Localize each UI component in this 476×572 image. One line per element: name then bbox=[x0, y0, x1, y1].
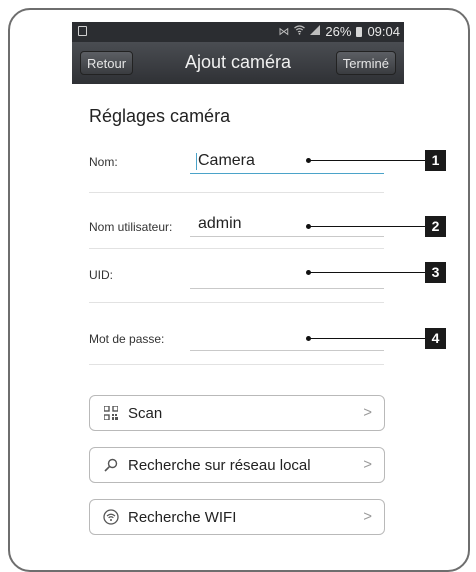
username-label: Nom utilisateur: bbox=[89, 220, 173, 234]
navigation-bar: Retour Ajout caméra Terminé bbox=[72, 42, 404, 84]
clock: 09:04 bbox=[367, 24, 400, 39]
callout-badge-3: 3 bbox=[425, 262, 446, 283]
screen-icon bbox=[78, 26, 87, 36]
signal-icon bbox=[310, 25, 321, 38]
wifi-search-button[interactable]: Recherche WIFI > bbox=[89, 499, 385, 535]
battery-percent: 26% bbox=[325, 24, 352, 39]
chevron-right-icon: > bbox=[363, 456, 372, 473]
callout-line bbox=[308, 272, 425, 273]
nfc-icon: ⋈ bbox=[278, 26, 290, 38]
wifi-search-label: Recherche WIFI bbox=[128, 509, 237, 526]
callout-badge-4: 4 bbox=[425, 328, 446, 349]
qr-code-icon bbox=[102, 404, 120, 422]
password-field[interactable] bbox=[190, 329, 384, 351]
wifi-icon bbox=[294, 25, 306, 38]
row-divider bbox=[89, 302, 384, 303]
callout-line bbox=[308, 226, 425, 227]
callout-badge-2: 2 bbox=[425, 216, 446, 237]
row-divider bbox=[89, 248, 384, 249]
battery-icon bbox=[356, 26, 363, 37]
local-network-search-button[interactable]: Recherche sur réseau local > bbox=[89, 447, 385, 483]
phone-screen: ⋈ 26% 09:04 Retour Ajout caméra Terminé … bbox=[72, 22, 404, 550]
status-icons: ⋈ 26% 09:04 bbox=[278, 24, 400, 39]
callout-line bbox=[308, 160, 425, 161]
callout-badge-1: 1 bbox=[425, 150, 446, 171]
section-title: Réglages caméra bbox=[89, 106, 231, 126]
uid-field[interactable] bbox=[190, 267, 384, 289]
wifi-icon bbox=[102, 508, 120, 526]
done-button[interactable]: Terminé bbox=[335, 51, 396, 75]
password-label: Mot de passe: bbox=[89, 332, 165, 346]
chevron-right-icon: > bbox=[363, 508, 372, 525]
text-cursor bbox=[196, 153, 197, 170]
search-icon bbox=[102, 456, 120, 474]
local-network-search-label: Recherche sur réseau local bbox=[128, 457, 311, 474]
scan-button[interactable]: Scan > bbox=[89, 395, 385, 431]
row-divider bbox=[89, 192, 384, 193]
chevron-right-icon: > bbox=[363, 404, 372, 421]
status-bar: ⋈ 26% 09:04 bbox=[72, 22, 404, 42]
uid-label: UID: bbox=[89, 268, 113, 282]
username-value: admin bbox=[198, 215, 242, 232]
scan-label: Scan bbox=[128, 405, 163, 422]
name-label: Nom: bbox=[89, 155, 118, 169]
name-field[interactable]: Camera bbox=[190, 152, 384, 174]
row-divider bbox=[89, 364, 384, 365]
callout-line bbox=[308, 338, 425, 339]
name-value: Camera bbox=[198, 152, 255, 169]
